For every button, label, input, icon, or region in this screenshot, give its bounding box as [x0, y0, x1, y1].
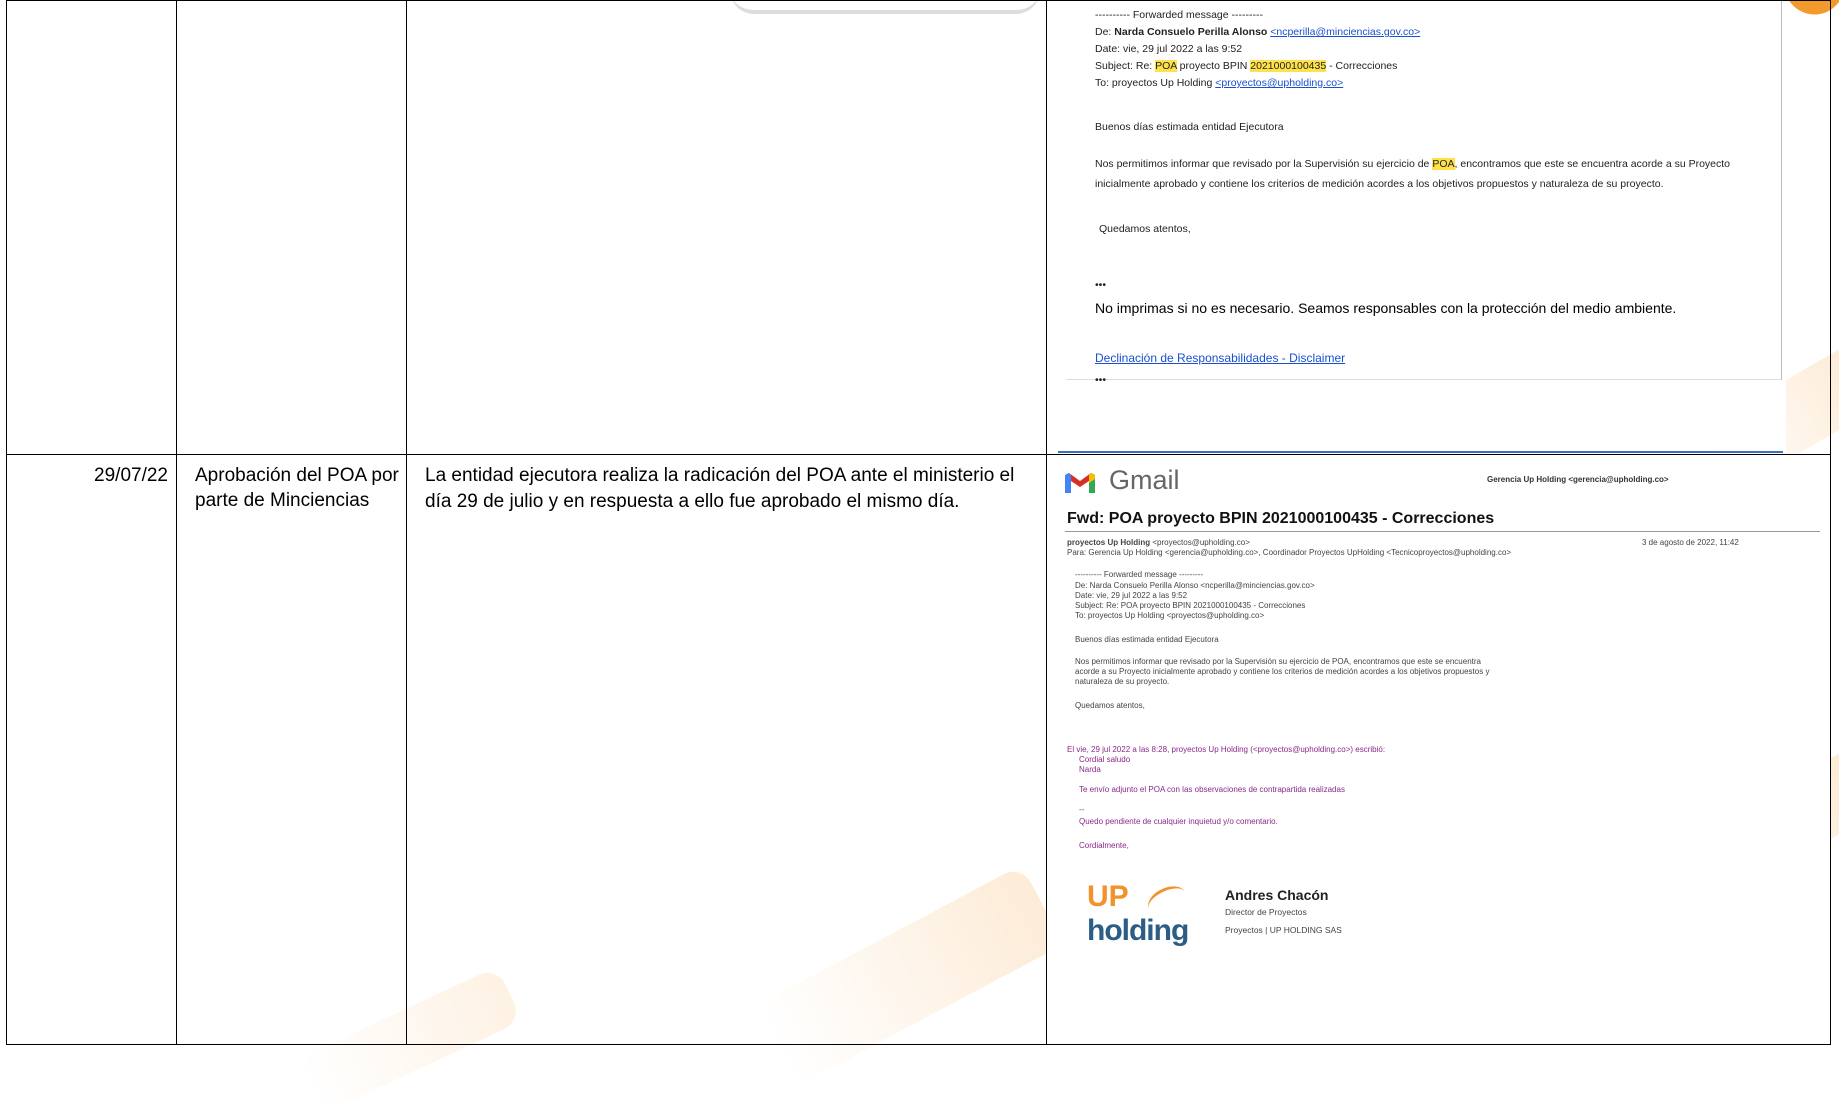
date-line: Date: vie, 29 jul 2022 a las 9:52: [1095, 43, 1243, 55]
account-label: Gerencia Up Holding <gerencia@upholding.…: [1487, 475, 1669, 484]
signature-role: Director de Proyectos: [1225, 907, 1307, 917]
quoted-dash: --: [1079, 805, 1085, 814]
description-cell: La entidad ejecutora realiza la radicaci…: [406, 454, 1047, 1045]
email-screenshot: ---------- Forwarded message --------- D…: [1058, 1, 1786, 453]
greeting: Buenos días estimada entidad Ejecutora: [1075, 635, 1219, 644]
quoted-body: Te envío adjunto el POA con las observac…: [1079, 785, 1345, 794]
print-notice: No imprimas si no es necesario. Seamos r…: [1095, 300, 1677, 316]
ellipsis-button[interactable]: •••: [1095, 279, 1106, 291]
message-body: Nos permitimos informar que revisado por…: [1095, 158, 1731, 190]
recipients-line: Para: Gerencia Up Holding <gerencia@upho…: [1067, 548, 1512, 557]
gmail-logo-icon: [1065, 473, 1095, 493]
signature-company: Proyectos | UP HOLDING SAS: [1225, 925, 1342, 935]
forwarded-header: ---------- Forwarded message ---------: [1095, 9, 1263, 21]
email-subject: Fwd: POA proyecto BPIN 2021000100435 - C…: [1067, 510, 1495, 527]
gmail-screenshot: Gmail Gerencia Up Holding <gerencia@upho…: [1047, 455, 1830, 1043]
description-cell: [406, 0, 1047, 455]
activity-cell: [176, 0, 407, 455]
activity-log-table: ---------- Forwarded message --------- D…: [6, 0, 1831, 1045]
signature-name: Andres Chacón: [1225, 887, 1329, 903]
quoted-header: El vie, 29 jul 2022 a las 8:28, proyecto…: [1067, 745, 1386, 754]
quoted-regards: Cordialmente,: [1079, 841, 1129, 850]
closing: Quedamos atentos,: [1099, 223, 1191, 235]
to-line: To: proyectos Up Holding <proyectos@upho…: [1095, 77, 1344, 89]
ellipsis-button[interactable]: •••: [1095, 374, 1106, 386]
evidence-cell: ---------- Forwarded message --------- D…: [1046, 0, 1831, 455]
subject-line: Subject: Re: POA proyecto BPIN 202100010…: [1095, 60, 1398, 72]
email-link[interactable]: <proyectos@upholding.co>: [1215, 77, 1343, 89]
greeting: Buenos días estimada entidad Ejecutora: [1095, 121, 1284, 133]
gmail-wordmark: Gmail: [1109, 465, 1180, 495]
from-line: De: Narda Consuelo Perilla Alonso <ncper…: [1095, 26, 1421, 38]
email-link[interactable]: <ncperilla@minciencias.gov.co>: [1270, 26, 1420, 38]
date-line: Date: vie, 29 jul 2022 a las 9:52: [1075, 591, 1188, 600]
disclaimer-link[interactable]: Declinación de Responsabilidades - Discl…: [1095, 351, 1345, 365]
date-cell: 29/07/22: [6, 454, 177, 1045]
message-body-line: naturaleza de su proyecto.: [1075, 677, 1170, 686]
table-row: 29/07/22 Aprobación del POA por parte de…: [6, 454, 1831, 1045]
sent-date: 3 de agosto de 2022, 11:42: [1642, 538, 1739, 547]
quoted-pending: Quedo pendiente de cualquier inquietud y…: [1079, 817, 1278, 826]
table-row: ---------- Forwarded message --------- D…: [6, 0, 1831, 455]
evidence-cell: Gmail Gerencia Up Holding <gerencia@upho…: [1046, 454, 1831, 1045]
quoted-salute: Cordial saludo: [1079, 755, 1131, 764]
subject-line: Subject: Re: POA proyecto BPIN 202100010…: [1075, 601, 1306, 610]
to-line: To: proyectos Up Holding <proyectos@upho…: [1075, 611, 1265, 620]
sender-line: proyectos Up Holding <proyectos@upholdin…: [1067, 538, 1250, 547]
closing: Quedamos atentos,: [1075, 701, 1145, 710]
message-body-line: acorde a su Proyecto inicialmente aproba…: [1075, 667, 1490, 676]
message-body-line: Nos permitimos informar que revisado por…: [1075, 657, 1481, 666]
up-holding-logo: UP holding: [1087, 880, 1197, 950]
divider: [1065, 531, 1820, 532]
date-cell: [6, 0, 177, 455]
from-line: De: Narda Consuelo Perilla Alonso <ncper…: [1075, 581, 1315, 590]
activity-cell: Aprobación del POA por parte de Mincienc…: [176, 454, 407, 1045]
quoted-name: Narda: [1079, 765, 1101, 774]
forwarded-header: ---------- Forwarded message ---------: [1075, 570, 1203, 579]
